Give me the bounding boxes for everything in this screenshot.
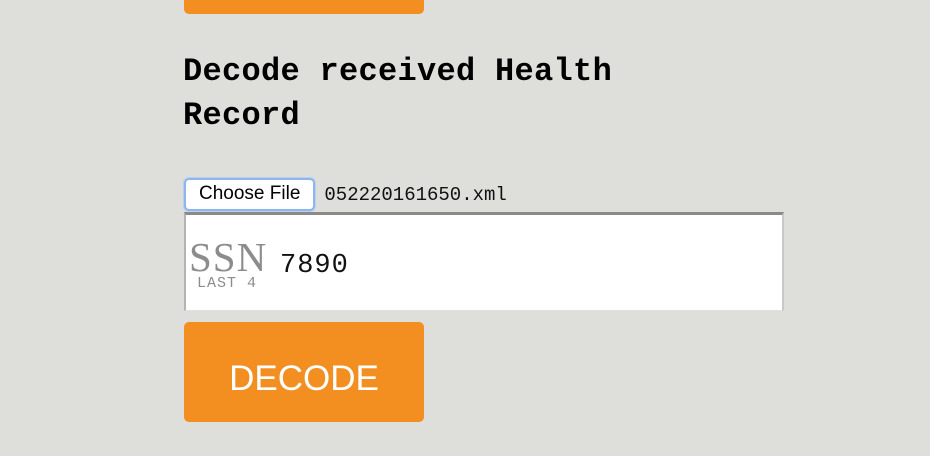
decode-button[interactable]: DECODE bbox=[184, 322, 424, 422]
ssn-last4-input[interactable] bbox=[280, 249, 760, 283]
ssn-label: SSN bbox=[189, 234, 268, 280]
ssn-field[interactable]: SSN LAST 4 bbox=[184, 212, 784, 311]
ssn-sublabel: LAST 4 bbox=[197, 275, 258, 292]
choose-file-button[interactable]: Choose File bbox=[184, 177, 316, 211]
decode-page: Decode received Health Record Choose Fil… bbox=[0, 0, 930, 456]
file-picker: Choose File 052220161650.xml bbox=[184, 177, 507, 211]
previous-button-partial[interactable] bbox=[184, 0, 424, 14]
section-title: Decode received Health Record bbox=[183, 53, 613, 134]
selected-file-name: 052220161650.xml bbox=[324, 184, 507, 206]
